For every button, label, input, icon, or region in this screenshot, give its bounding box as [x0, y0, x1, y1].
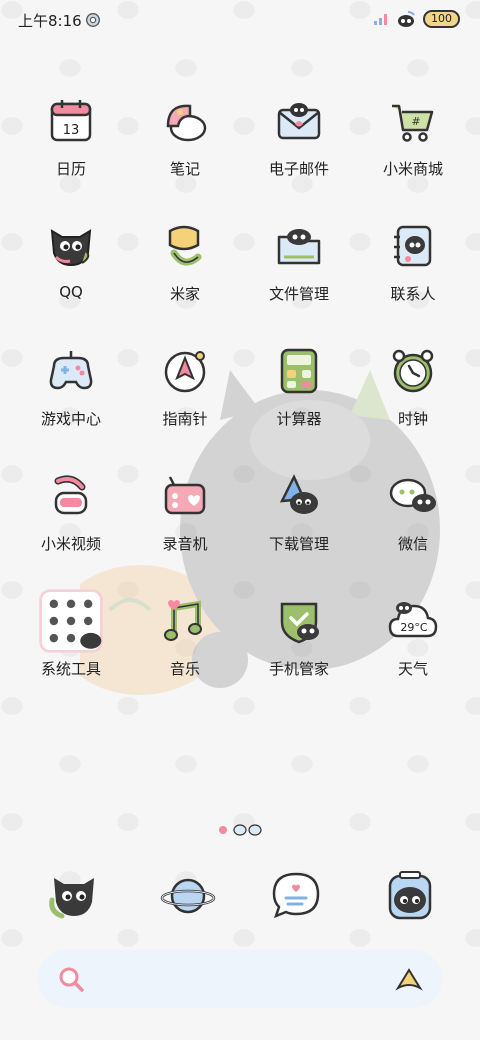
alarm-clock-icon [392, 349, 434, 393]
browser-planet-icon[interactable] [158, 866, 218, 926]
search-icon [59, 967, 84, 992]
contacts-icon [394, 225, 432, 267]
app-game-center[interactable]: 游戏中心 [11, 338, 131, 448]
weather-icon: 29°C [388, 602, 438, 638]
app-compass[interactable]: 指南针 [125, 338, 245, 448]
security-icon [280, 602, 319, 644]
app-label: 指南针 [162, 410, 208, 428]
app-file-manager[interactable]: 文件管理 [239, 213, 359, 323]
app-email[interactable]: 电子邮件 [239, 88, 359, 198]
app-mi-store[interactable]: # 小米商城 [353, 88, 473, 198]
app-label: 小米商城 [382, 160, 443, 178]
app-label: 下载管理 [268, 535, 329, 553]
dock [0, 866, 480, 926]
email-icon [277, 103, 321, 140]
recorder-icon [164, 476, 206, 515]
page-indicator[interactable] [215, 822, 265, 838]
app-label: 小米视频 [40, 535, 101, 553]
app-clock[interactable]: 时钟 [353, 338, 473, 448]
music-icon [164, 600, 202, 641]
status-bar: 上午8:16 100 [0, 0, 480, 40]
app-music[interactable]: 音乐 [125, 588, 245, 698]
search-bar[interactable] [38, 950, 442, 1008]
calculator-icon [280, 348, 318, 394]
svg-text:#: # [411, 115, 420, 128]
calendar-icon: 13 [50, 100, 92, 142]
phone-cat-icon[interactable] [44, 866, 104, 926]
video-icon [54, 475, 88, 515]
app-label: 天气 [397, 660, 428, 678]
assistant-icon[interactable] [394, 964, 424, 994]
app-label: 联系人 [390, 285, 436, 303]
system-tools-folder-icon [39, 589, 103, 653]
app-security[interactable]: 手机管家 [239, 588, 359, 698]
calendar-date: 13 [63, 123, 80, 138]
app-label: 手机管家 [268, 660, 329, 678]
app-label: 录音机 [162, 535, 208, 553]
battery-indicator: 100 [423, 10, 460, 28]
app-label: 游戏中心 [40, 410, 101, 428]
file-manager-icon [277, 229, 321, 265]
app-mijia[interactable]: 米家 [125, 213, 245, 323]
camera-cat-icon[interactable] [380, 866, 440, 926]
folder-system-tools[interactable]: 系统工具 [11, 588, 131, 698]
app-label: 音乐 [169, 660, 200, 678]
app-mi-video[interactable]: 小米视频 [11, 463, 131, 573]
download-icon [279, 474, 318, 514]
app-label: 系统工具 [40, 660, 101, 678]
app-recorder[interactable]: 录音机 [125, 463, 245, 573]
app-label: 日历 [55, 160, 86, 178]
app-calculator[interactable]: 计算器 [239, 338, 359, 448]
status-time: 上午8:16 [18, 12, 82, 30]
qq-cat-icon [50, 229, 92, 267]
signal-icon [374, 14, 387, 25]
app-download-manager[interactable]: 下载管理 [239, 463, 359, 573]
app-label: QQ [59, 283, 83, 301]
app-label: 电子邮件 [268, 160, 329, 178]
shopping-cart-icon: # [392, 104, 434, 142]
notes-icon [166, 104, 207, 142]
wifi-cat-icon [398, 11, 415, 27]
wechat-icon [389, 478, 436, 512]
app-label: 文件管理 [268, 285, 329, 303]
app-contacts[interactable]: 联系人 [353, 213, 473, 323]
app-label: 时钟 [397, 410, 428, 428]
app-label: 计算器 [276, 410, 322, 428]
app-label: 微信 [397, 535, 428, 553]
app-weather[interactable]: 29°C 天气 [353, 588, 473, 698]
weather-temperature: 29°C [400, 621, 427, 634]
gamepad-icon [49, 351, 93, 390]
app-label: 笔记 [169, 160, 200, 178]
messages-icon[interactable] [266, 866, 326, 926]
app-qq[interactable]: QQ [11, 213, 131, 323]
app-calendar[interactable]: 13 日历 [11, 88, 131, 198]
app-label: 米家 [169, 285, 200, 303]
app-wechat[interactable]: 微信 [353, 463, 473, 573]
settings-gear-icon [86, 13, 100, 27]
mijia-icon [168, 225, 202, 266]
compass-icon [164, 351, 206, 393]
app-notes[interactable]: 笔记 [125, 88, 245, 198]
